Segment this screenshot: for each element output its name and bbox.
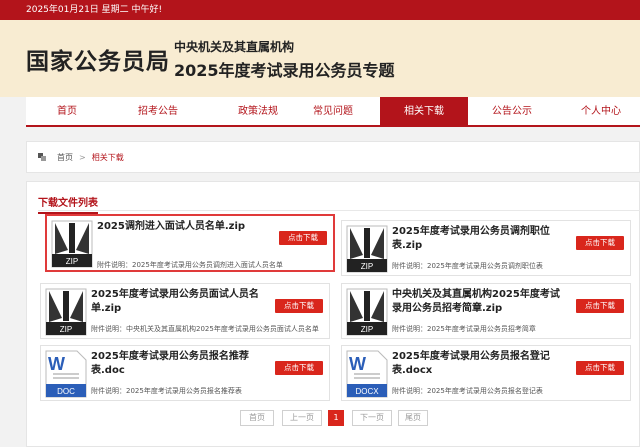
nav-item-announcements[interactable]: 招考公告 (108, 97, 208, 127)
svg-text:DOC: DOC (57, 387, 75, 396)
pagination-first[interactable]: 首页 (240, 410, 274, 426)
svg-text:W: W (48, 354, 65, 374)
download-button[interactable]: 点击下载 (576, 236, 624, 250)
file-description: 附件说明：2025年度考试录用公务员调剂进入面试人员名单 (97, 261, 283, 269)
download-button[interactable]: 点击下载 (275, 299, 323, 313)
file-card[interactable]: W DOCX 2025年度考试录用公务员报名登记表.docx 附件说明：2025… (341, 345, 631, 401)
file-title[interactable]: 中央机关及其直属机构2025年度考试录用公务员招考简章.zip (392, 288, 564, 316)
breadcrumb-current[interactable]: 相关下载 (92, 153, 124, 162)
svg-text:ZIP: ZIP (66, 257, 78, 266)
doc-icon: W DOC (45, 350, 87, 398)
breadcrumb: 首页 > 相关下载 (26, 141, 640, 173)
zip-icon: ZIP (51, 220, 93, 268)
breadcrumb-separator: > (79, 153, 86, 162)
header-title: 2025年度考试录用公务员专题 (174, 61, 395, 80)
file-title[interactable]: 2025年度考试录用公务员调剂职位表.zip (392, 225, 564, 253)
docx-icon: W DOCX (346, 350, 388, 398)
date-greeting: 2025年01月21日 星期二 中午好! (26, 5, 163, 15)
nav-item-user-center[interactable]: 个人中心 (562, 97, 640, 127)
file-card[interactable]: ZIP 中央机关及其直属机构2025年度考试录用公务员招考简章.zip 附件说明… (341, 283, 631, 339)
file-description: 附件说明：中央机关及其直属机构2025年度考试录用公务员面试人员名单 (91, 325, 319, 333)
nav-item-home[interactable]: 首页 (26, 97, 108, 127)
site-logo[interactable]: 国家公务员局 (26, 42, 170, 76)
breadcrumb-home[interactable]: 首页 (57, 153, 73, 162)
download-button[interactable]: 点击下载 (279, 231, 327, 245)
zip-icon: ZIP (346, 225, 388, 273)
site-header: 国家公务员局 中央机关及其直属机构 2025年度考试录用公务员专题 (0, 20, 640, 97)
file-description: 附件说明：2025年度考试录用公务员报名推荐表 (91, 387, 242, 395)
zip-icon: ZIP (346, 288, 388, 336)
zip-icon: ZIP (45, 288, 87, 336)
svg-text:ZIP: ZIP (361, 325, 373, 334)
file-card[interactable]: ZIP 2025年度考试录用公务员面试人员名单.zip 附件说明：中央机关及其直… (40, 283, 330, 339)
pagination-prev[interactable]: 上一页 (282, 410, 322, 426)
panel-divider (38, 210, 640, 211)
download-button[interactable]: 点击下载 (576, 299, 624, 313)
file-title[interactable]: 2025年度考试录用公务员报名推荐表.doc (91, 350, 263, 378)
file-card[interactable]: ZIP 2025调剂进入面试人员名单.zip 附件说明：2025年度考试录用公务… (45, 214, 335, 272)
svg-text:W: W (349, 354, 366, 374)
main-nav: 首页 招考公告 政策法规 常见问题 相关下载 公告公示 个人中心 (26, 97, 640, 127)
home-icon (38, 153, 46, 161)
pagination-last[interactable]: 尾页 (398, 410, 428, 426)
file-title[interactable]: 2025年度考试录用公务员面试人员名单.zip (91, 288, 263, 316)
nav-item-downloads[interactable]: 相关下载 (380, 97, 468, 127)
svg-text:ZIP: ZIP (361, 262, 373, 271)
top-date-bar: 2025年01月21日 星期二 中午好! (0, 0, 640, 20)
pagination-current[interactable]: 1 (328, 410, 344, 426)
file-title[interactable]: 2025调剂进入面试人员名单.zip (97, 220, 269, 234)
svg-text:ZIP: ZIP (60, 325, 72, 334)
file-description: 附件说明：2025年度考试录用公务员报名登记表 (392, 387, 543, 395)
file-description: 附件说明：2025年度考试录用公务员调剂职位表 (392, 262, 543, 270)
pagination-next[interactable]: 下一页 (352, 410, 392, 426)
file-card[interactable]: ZIP 2025年度考试录用公务员调剂职位表.zip 附件说明：2025年度考试… (341, 220, 631, 276)
file-card[interactable]: W DOC 2025年度考试录用公务员报名推荐表.doc 附件说明：2025年度… (40, 345, 330, 401)
file-description: 附件说明：2025年度考试录用公务员招考简章 (392, 325, 536, 333)
download-button[interactable]: 点击下载 (576, 361, 624, 375)
download-button[interactable]: 点击下载 (275, 361, 323, 375)
header-subtitle: 中央机关及其直属机构 (174, 40, 295, 54)
file-title[interactable]: 2025年度考试录用公务员报名登记表.docx (392, 350, 564, 378)
svg-text:DOCX: DOCX (355, 387, 379, 396)
nav-item-notices[interactable]: 公告公示 (468, 97, 556, 127)
nav-item-faq[interactable]: 常见问题 (290, 97, 376, 127)
panel-title: 下载文件列表 (38, 194, 98, 214)
